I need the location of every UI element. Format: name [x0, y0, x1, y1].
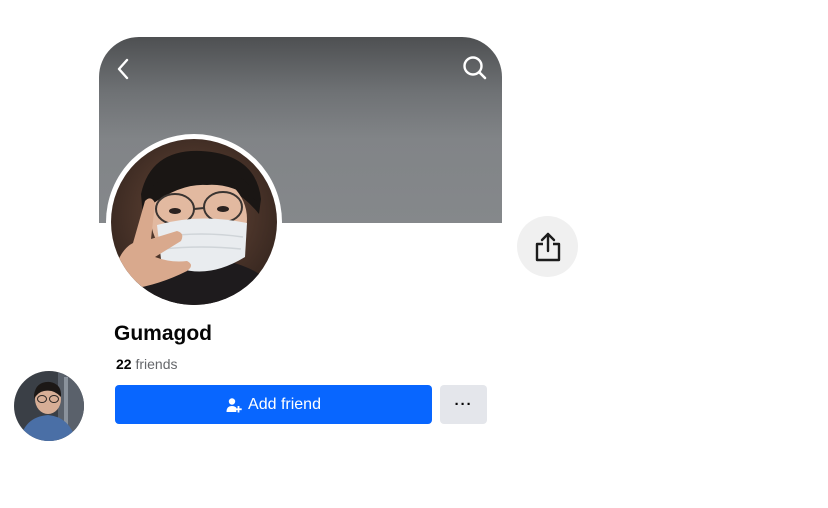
add-friend-label: Add friend: [248, 395, 321, 413]
more-options-icon: ···: [454, 396, 473, 413]
share-icon: [535, 232, 560, 261]
add-friend-button[interactable]: Add friend: [115, 385, 432, 424]
profile-photo-image: [111, 139, 277, 305]
viewer-avatar[interactable]: [14, 371, 84, 441]
more-options-button[interactable]: ···: [440, 385, 487, 424]
profile-picture[interactable]: [111, 139, 277, 305]
friends-count[interactable]: 22 friends: [116, 356, 178, 372]
chevron-left-icon: [117, 58, 129, 80]
search-icon: [463, 56, 487, 80]
friends-count-number: 22: [116, 356, 132, 372]
person-add-icon: [226, 397, 242, 412]
friends-count-label: friends: [135, 356, 178, 372]
back-button[interactable]: [108, 54, 138, 84]
profile-name: Gumagod: [114, 322, 212, 345]
search-button[interactable]: [460, 53, 490, 83]
profile-page: Gumagod 22 friends Add friend ···: [0, 0, 828, 508]
avatar-image: [14, 371, 84, 441]
share-button[interactable]: [517, 216, 578, 277]
